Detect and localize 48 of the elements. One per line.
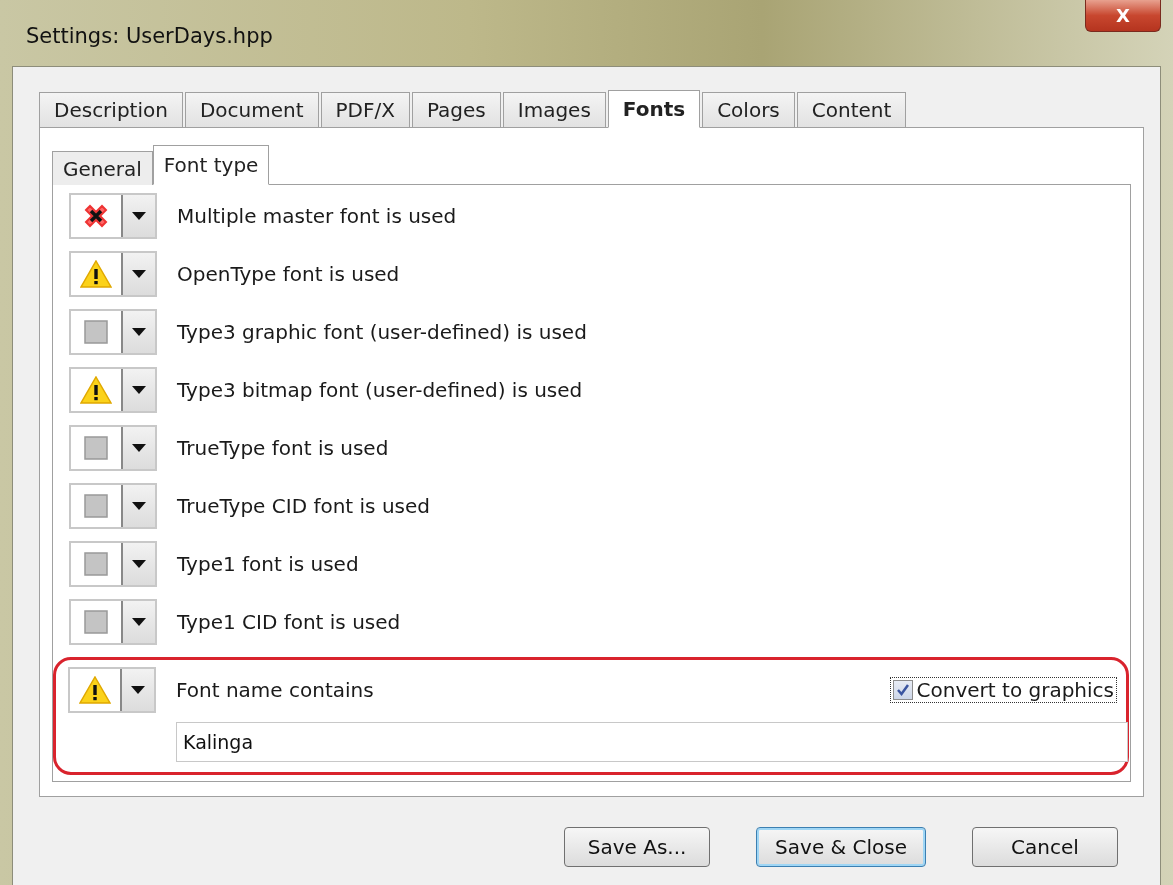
tab[interactable]: Document — [184, 92, 319, 127]
tab[interactable]: Fonts — [607, 90, 701, 128]
rule-label: Multiple master font is used — [177, 204, 457, 228]
rule-label: Type1 font is used — [177, 552, 359, 576]
status-dropdown[interactable] — [69, 367, 157, 413]
square-icon — [84, 320, 108, 344]
tab[interactable]: Colors — [702, 92, 795, 127]
window-title: Settings: UserDays.hpp — [26, 24, 273, 48]
square-icon — [84, 610, 108, 634]
rule-label: TrueType CID font is used — [177, 494, 430, 518]
dialog-button[interactable]: Save & Close — [756, 827, 926, 867]
caret-icon — [132, 444, 146, 452]
square-icon — [84, 494, 108, 518]
rule-label: TrueType font is used — [177, 436, 389, 460]
rule-label: OpenType font is used — [177, 262, 400, 286]
rule-label: Font name contains — [176, 678, 374, 702]
tab[interactable]: Description — [39, 92, 183, 127]
status-dropdown[interactable] — [68, 667, 156, 713]
warning-icon — [79, 676, 111, 704]
square-icon — [84, 436, 108, 460]
tab[interactable]: Font type — [152, 145, 270, 185]
rule-label: Type3 graphic font (user-defined) is used — [177, 320, 587, 344]
rule-label: Type1 CID font is used — [177, 610, 401, 634]
caret-icon — [132, 270, 146, 278]
caret-icon — [132, 386, 146, 394]
rule-label: Type3 bitmap font (user-defined) is used — [177, 378, 583, 402]
tab[interactable]: Content — [796, 92, 907, 127]
status-dropdown[interactable] — [69, 251, 157, 297]
caret-icon — [132, 502, 146, 510]
warning-icon — [80, 260, 112, 288]
tab[interactable]: Images — [502, 92, 606, 127]
square-icon — [84, 552, 108, 576]
warning-icon — [80, 376, 112, 404]
tab[interactable]: General — [52, 151, 153, 185]
tab[interactable]: Pages — [411, 92, 501, 127]
caret-icon — [132, 560, 146, 568]
dialog-button[interactable]: Cancel — [972, 827, 1118, 867]
font-name-field[interactable]: Kalinga — [176, 722, 1128, 762]
tab[interactable]: PDF/X — [320, 92, 410, 127]
caret-icon — [132, 328, 146, 336]
dialog-button[interactable]: Save As... — [564, 827, 711, 867]
caret-icon — [132, 618, 146, 626]
checkmark-icon — [895, 683, 910, 697]
status-dropdown[interactable] — [69, 193, 157, 239]
convert-checkbox[interactable]: Convert to graphics — [890, 678, 1116, 702]
caret-icon — [131, 686, 145, 694]
caret-icon — [132, 212, 146, 220]
close-button[interactable]: X — [1085, 0, 1161, 32]
